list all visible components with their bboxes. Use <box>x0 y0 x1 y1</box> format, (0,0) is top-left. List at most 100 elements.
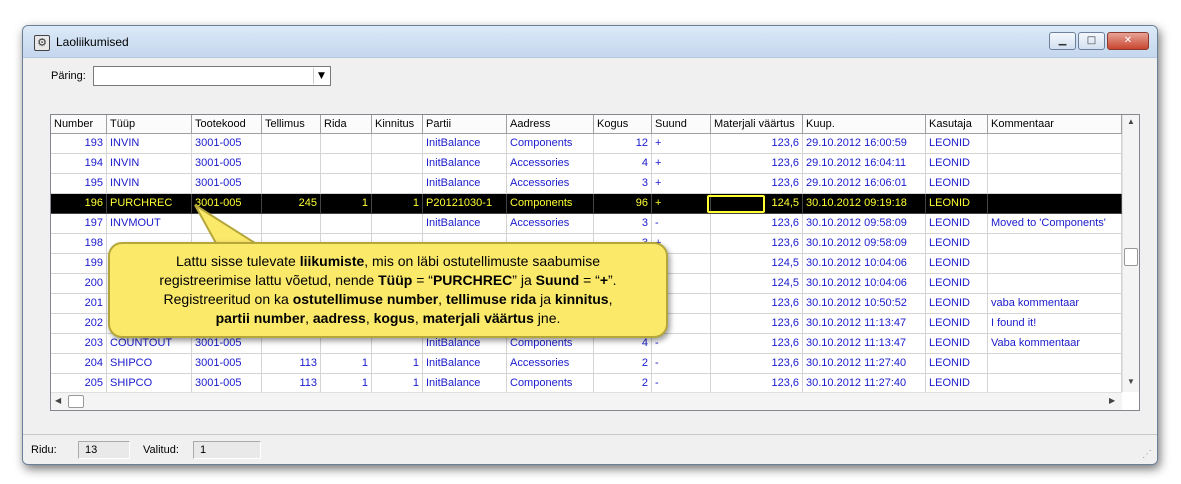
cell-type: SHIPCO <box>107 374 192 394</box>
table-row[interactable]: 204 SHIPCO 3001-005 113 1 1 InitBalance Accesso… <box>51 354 1122 374</box>
cell-batch: InitBalance <box>423 354 507 374</box>
cell-line <box>321 214 372 234</box>
query-select[interactable]: ▼ <box>93 66 331 86</box>
cell-quantity: 3 <box>594 174 652 194</box>
cell-number: 194 <box>51 154 107 174</box>
cell-line <box>321 154 372 174</box>
cell-product-code: 3001-005 <box>192 174 262 194</box>
cell-user: LEONID <box>926 214 988 234</box>
column-header-date[interactable]: Kuup. <box>803 115 926 134</box>
callout-line-1: Lattu sisse tulevate liikumiste, mis on … <box>175 253 601 269</box>
cell-comment <box>988 194 1122 214</box>
cell-confirmation: 1 <box>372 374 423 394</box>
cell-date: 30.10.2012 10:04:06 <box>803 274 926 294</box>
cell-user: LEONID <box>926 374 988 394</box>
column-header-type[interactable]: Tüüp <box>107 115 192 134</box>
vertical-scroll-thumb[interactable] <box>1124 248 1138 266</box>
cell-comment <box>988 374 1122 394</box>
cell-line <box>321 134 372 154</box>
column-header-confirmation[interactable]: Kinnitus <box>372 115 423 134</box>
column-header-direction[interactable]: Suund <box>652 115 711 134</box>
cell-date: 30.10.2012 11:27:40 <box>803 374 926 394</box>
minimize-button[interactable]: ▁ <box>1049 32 1076 50</box>
direction-highlight <box>707 195 765 213</box>
table-row[interactable]: 195 INVIN 3001-005 InitBalance Accessories 3 +… <box>51 174 1122 194</box>
table-header: Number Tüüp Tootekood Tellimus Rida Kinnitus P… <box>51 115 1122 134</box>
cell-order <box>262 214 321 234</box>
cell-confirmation <box>372 214 423 234</box>
cell-quantity: 96 <box>594 194 652 214</box>
cell-quantity: 4 <box>594 154 652 174</box>
cell-line: 1 <box>321 194 372 214</box>
dropdown-arrow-icon[interactable]: ▼ <box>313 68 329 84</box>
cell-direction: + <box>652 134 711 154</box>
maximize-button[interactable]: □ <box>1078 32 1105 50</box>
rows-count-value: 13 <box>78 441 130 459</box>
scroll-up-icon[interactable]: ▲ <box>1123 117 1139 126</box>
cell-date: 30.10.2012 11:27:40 <box>803 354 926 374</box>
column-header-number[interactable]: Number <box>51 115 107 134</box>
column-header-comment[interactable]: Kommentaar <box>988 115 1122 134</box>
column-header-batch[interactable]: Partii <box>423 115 507 134</box>
column-header-address[interactable]: Aadress <box>507 115 594 134</box>
cell-direction: - <box>652 354 711 374</box>
cell-product-code: 3001-005 <box>192 354 262 374</box>
column-header-user[interactable]: Kasutaja <box>926 115 988 134</box>
cell-material-value: 123,6 <box>711 174 803 194</box>
cell-user: LEONID <box>926 194 988 214</box>
table-row[interactable]: 194 INVIN 3001-005 InitBalance Accessories 4 +… <box>51 154 1122 174</box>
column-header-line[interactable]: Rida <box>321 115 372 134</box>
resize-grip-icon[interactable]: ⋰ <box>1142 449 1154 461</box>
selected-count-value: 1 <box>193 441 261 459</box>
cell-confirmation <box>372 174 423 194</box>
cell-user: LEONID <box>926 254 988 274</box>
cell-material-value: 123,6 <box>711 294 803 314</box>
column-header-product-code[interactable]: Tootekood <box>192 115 262 134</box>
close-button[interactable]: ✕ <box>1107 32 1149 50</box>
cell-number: 195 <box>51 174 107 194</box>
column-header-quantity[interactable]: Kogus <box>594 115 652 134</box>
cell-order <box>262 154 321 174</box>
cell-comment: vaba kommentaar <box>988 294 1122 314</box>
cell-comment: I found it! <box>988 314 1122 334</box>
callout-line-4: partii number, aadress, kogus, materjali… <box>215 310 561 326</box>
cell-quantity: 2 <box>594 354 652 374</box>
cell-comment <box>988 134 1122 154</box>
cell-product-code: 3001-005 <box>192 134 262 154</box>
table-row[interactable]: 205 SHIPCO 3001-005 113 1 1 InitBalance Compone… <box>51 374 1122 394</box>
cell-user: LEONID <box>926 354 988 374</box>
horizontal-scrollbar[interactable]: ◀ ▶ <box>51 392 1122 410</box>
cell-date: 30.10.2012 11:13:47 <box>803 314 926 334</box>
cell-quantity: 2 <box>594 374 652 394</box>
cell-batch: InitBalance <box>423 134 507 154</box>
scroll-down-icon[interactable]: ▼ <box>1123 377 1139 386</box>
cell-direction: + <box>652 174 711 194</box>
callout-line-3: Registreeritud on ka ostutellimuse numbe… <box>163 291 613 307</box>
cell-product-code: 3001-005 <box>192 374 262 394</box>
cell-date: 29.10.2012 16:04:11 <box>803 154 926 174</box>
column-header-material-value[interactable]: Materjali väärtus <box>711 115 803 134</box>
cell-batch: InitBalance <box>423 154 507 174</box>
cell-address: Accessories <box>507 174 594 194</box>
vertical-scrollbar[interactable]: ▲ ▼ <box>1122 115 1139 392</box>
cell-user: LEONID <box>926 334 988 354</box>
table-row[interactable]: 193 INVIN 3001-005 InitBalance Components 12 +… <box>51 134 1122 154</box>
horizontal-scroll-thumb[interactable] <box>68 395 84 408</box>
cell-type: INVMOUT <box>107 214 192 234</box>
maximize-icon: □ <box>1086 35 1097 46</box>
cell-material-value: 124,5 <box>711 274 803 294</box>
cell-material-value: 123,6 <box>711 334 803 354</box>
cell-date: 29.10.2012 16:00:59 <box>803 134 926 154</box>
column-header-order[interactable]: Tellimus <box>262 115 321 134</box>
cell-material-value: 123,6 <box>711 314 803 334</box>
cell-number: 198 <box>51 234 107 254</box>
cell-material-value: 123,6 <box>711 234 803 254</box>
cell-confirmation: 1 <box>372 194 423 214</box>
title-bar[interactable]: ⚙ Laoliikumised ▁ □ ✕ <box>23 26 1157 58</box>
annotation-callout: Lattu sisse tulevate liikumiste, mis on … <box>108 242 668 338</box>
cell-date: 30.10.2012 10:04:06 <box>803 254 926 274</box>
cell-comment <box>988 154 1122 174</box>
scroll-left-icon[interactable]: ◀ <box>55 396 61 405</box>
scroll-right-icon[interactable]: ▶ <box>1109 396 1115 405</box>
cell-material-value: 123,6 <box>711 374 803 394</box>
